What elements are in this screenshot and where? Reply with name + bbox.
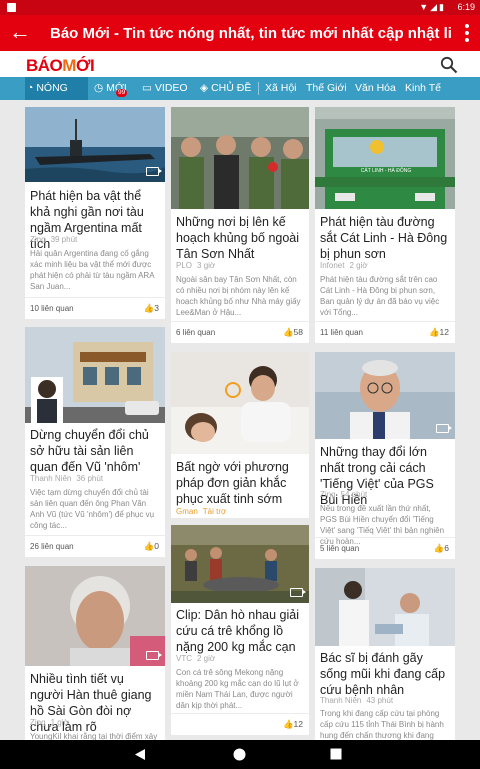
search-icon[interactable] bbox=[440, 56, 458, 74]
article-footer: 6 liên quan 👍58 bbox=[171, 321, 309, 343]
status-bar: ▼◢▮ 6:19 bbox=[0, 0, 480, 15]
fire-icon: ◔ bbox=[27, 82, 34, 94]
article-meta: Zing 54 phút bbox=[320, 490, 368, 499]
article-card[interactable]: CÁT LINH - HÀ ĐÔNG Phát hiện tàu đường s… bbox=[315, 107, 455, 343]
page-title: Báo Mới - Tin tức nóng nhất, tin tức mới… bbox=[50, 25, 452, 42]
recents-nav-icon[interactable] bbox=[330, 748, 342, 760]
article-meta: PLO 3 giờ bbox=[176, 261, 216, 270]
tab-kinh-te[interactable]: Kinh Tế bbox=[403, 77, 441, 100]
article-title: Bất ngờ với phương pháp đơn giản khắc ph… bbox=[176, 460, 289, 506]
article-thumbnail bbox=[171, 352, 309, 454]
article-excerpt: Trong khi đang cấp cứu tại phòng cấp cứu… bbox=[320, 709, 444, 740]
article-meta: Zing 39 phút bbox=[30, 235, 78, 244]
article-excerpt: Con cá trê sông Mekong nặng khoảng 200 k… bbox=[176, 668, 299, 710]
baomoi-logo[interactable]: BÁOMỚI bbox=[26, 56, 95, 76]
like-count[interactable]: 👍12 bbox=[429, 327, 449, 338]
like-count[interactable]: 👍12 bbox=[283, 719, 303, 730]
article-excerpt: YoungKil khai rằng tại thời điểm xảy bbox=[30, 732, 158, 740]
tab-moi[interactable]: ◷ MỚI 99 bbox=[92, 77, 128, 100]
article-excerpt: Phát hiện tàu đường sắt trên cao Cát Lin… bbox=[320, 275, 440, 317]
like-count[interactable]: 👍58 bbox=[283, 327, 303, 338]
video-icon bbox=[436, 424, 452, 433]
article-footer: 11 liên quan 👍12 bbox=[315, 321, 455, 343]
video-icon bbox=[146, 167, 162, 176]
article-excerpt: Hải quân Argentina đang cố gắng xác minh… bbox=[30, 249, 155, 291]
notification-icon bbox=[7, 3, 16, 12]
related-count[interactable]: 11 liên quan bbox=[320, 328, 363, 337]
tab-van-hoa[interactable]: Văn Hóa bbox=[353, 77, 396, 100]
train-sign: CÁT LINH - HÀ ĐÔNG bbox=[360, 168, 412, 174]
article-thumbnail bbox=[25, 327, 165, 423]
clock-icon: ◷ bbox=[94, 82, 104, 94]
related-count[interactable]: 26 liên quan bbox=[30, 542, 74, 551]
related-count[interactable]: 6 liên quan bbox=[176, 328, 215, 337]
article-meta: Gman Tài trợ bbox=[176, 507, 227, 516]
tab-the-gioi[interactable]: Thế Giới bbox=[304, 77, 347, 100]
article-title: Bác sĩ bị đánh gãy sống mũi khi đang cấp… bbox=[320, 651, 446, 697]
back-nav-icon[interactable] bbox=[134, 748, 146, 761]
article-title: Dừng chuyển đổi chủ sở hữu tài sản liên … bbox=[30, 428, 149, 474]
system-nav-bar bbox=[0, 740, 480, 769]
article-meta: VTC 2 giờ bbox=[176, 654, 216, 663]
article-card[interactable]: Bất ngờ với phương pháp đơn giản khắc ph… bbox=[171, 352, 309, 518]
article-thumbnail bbox=[25, 566, 165, 666]
article-card[interactable]: Clip: Dân hò nhau giải cứu cá trê khổng … bbox=[171, 525, 309, 735]
article-footer: 10 liên quan 👍3 bbox=[25, 297, 165, 319]
article-title: Clip: Dân hò nhau giải cứu cá trê khổng … bbox=[176, 608, 299, 654]
article-meta: Thanh Niên 43 phút bbox=[320, 696, 394, 705]
tab-video[interactable]: ▭ VIDEO bbox=[140, 77, 188, 100]
article-title: Những nơi bị lên kế hoạch khủng bố ngoài… bbox=[176, 215, 300, 261]
tab-xa-hoi[interactable]: Xã Hội bbox=[263, 77, 297, 100]
tab-chu-de[interactable]: ◈ CHỦ ĐỀ bbox=[198, 77, 251, 100]
article-card[interactable]: Bác sĩ bị đánh gãy sống mũi khi đang cấp… bbox=[315, 568, 455, 740]
article-card[interactable]: Dừng chuyển đổi chủ sở hữu tài sản liên … bbox=[25, 327, 165, 557]
video-icon bbox=[290, 588, 306, 597]
like-count[interactable]: 👍0 bbox=[144, 541, 159, 552]
new-count-badge: 99 bbox=[116, 89, 128, 97]
article-footer: 5 liên quan 👍6 bbox=[315, 537, 455, 559]
layers-icon: ◈ bbox=[200, 82, 209, 94]
article-card[interactable]: Nhiều tình tiết vụ người Hàn thuê giang … bbox=[25, 566, 165, 740]
article-footer: 26 liên quan 👍0 bbox=[25, 535, 165, 557]
article-excerpt: Ngoài sân bay Tân Sơn Nhất, còn có nhiều… bbox=[176, 275, 301, 317]
article-excerpt: Việc tạm dừng chuyển đổi chủ tài sản liê… bbox=[30, 488, 155, 530]
article-thumbnail: CÁT LINH - HÀ ĐÔNG bbox=[315, 107, 455, 209]
article-title: Phát hiện tàu đường sắt Cát Linh - Hà Đô… bbox=[320, 215, 448, 261]
article-thumbnail bbox=[171, 525, 309, 603]
video-icon bbox=[146, 651, 162, 660]
article-meta: Zing 1 giờ bbox=[30, 718, 69, 727]
related-count[interactable]: 5 liên quan bbox=[320, 544, 359, 553]
more-vert-icon[interactable]: • • • bbox=[460, 19, 474, 48]
article-thumbnail bbox=[315, 352, 455, 439]
app-bar: ← Báo Mới - Tin tức nóng nhất, tin tức m… bbox=[0, 15, 480, 51]
article-meta: Thanh Niên 36 phút bbox=[30, 474, 104, 483]
related-count[interactable]: 10 liên quan bbox=[30, 304, 74, 313]
back-arrow-icon[interactable]: ← bbox=[9, 21, 35, 45]
article-card[interactable]: Những thay đổi lớn nhất trong cải cách '… bbox=[315, 352, 455, 559]
like-count[interactable]: 👍3 bbox=[144, 303, 159, 314]
status-time: 6:19 bbox=[457, 2, 475, 12]
tab-nong[interactable]: ◔ NÓNG bbox=[25, 77, 88, 100]
tab-divider bbox=[258, 82, 259, 95]
article-thumbnail bbox=[171, 107, 309, 209]
logo-bar: BÁOMỚI bbox=[0, 51, 480, 80]
home-nav-icon[interactable] bbox=[233, 748, 246, 761]
like-count[interactable]: 👍6 bbox=[434, 543, 449, 554]
video-icon: ▭ bbox=[142, 82, 152, 94]
signal-battery-icons: ▼◢▮ bbox=[419, 2, 446, 12]
article-card[interactable]: Phát hiện ba vật thể khả nghi gần nơi tà… bbox=[25, 107, 165, 319]
article-footer: 👍12 bbox=[171, 713, 309, 735]
article-meta: Infonet 2 giờ bbox=[320, 261, 368, 270]
category-tabs: ◔ NÓNG ◷ MỚI 99 ▭ VIDEO ◈ CHỦ ĐỀ Xã Hội Thế … bbox=[0, 77, 480, 100]
article-card[interactable]: Những nơi bị lên kế hoạch khủng bố ngoài… bbox=[171, 107, 309, 343]
article-thumbnail bbox=[315, 568, 455, 646]
article-thumbnail bbox=[25, 107, 165, 182]
